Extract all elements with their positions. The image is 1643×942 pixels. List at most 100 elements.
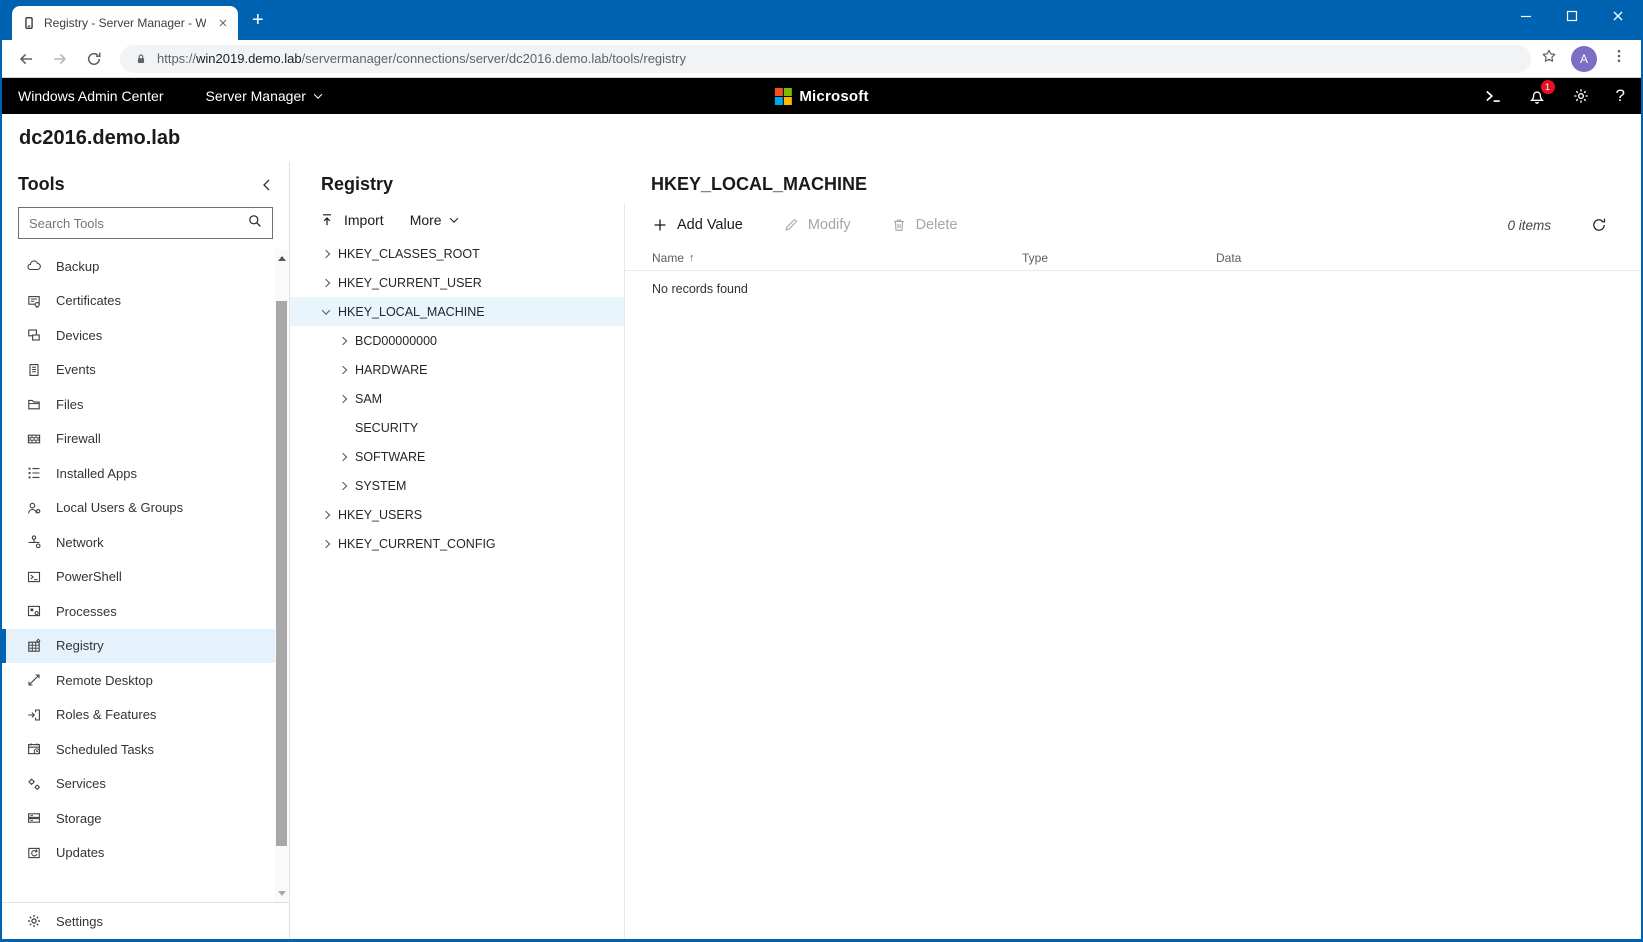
sidebar-item-certificates[interactable]: Certificates xyxy=(2,284,275,319)
search-input[interactable] xyxy=(29,215,247,231)
chevron-right-icon[interactable] xyxy=(321,278,331,287)
minimize-button[interactable] xyxy=(1503,0,1549,32)
tree-node-label: SAM xyxy=(355,391,383,406)
sidebar-item-updates[interactable]: Updates xyxy=(2,836,275,871)
devices-icon xyxy=(26,327,42,343)
lock-icon xyxy=(134,52,148,66)
powershell-icon xyxy=(26,569,42,585)
tree-node-hkey-users[interactable]: HKEY_USERS xyxy=(290,500,624,529)
scrollbar-thumb[interactable] xyxy=(276,301,287,846)
tree-node-label: HARDWARE xyxy=(355,362,428,377)
bookmark-star-icon[interactable] xyxy=(1541,48,1557,69)
chevron-right-icon[interactable] xyxy=(321,510,331,519)
column-header-name[interactable]: Name ↑ xyxy=(652,251,1022,265)
add-value-button[interactable]: Add Value xyxy=(652,217,743,233)
modify-button[interactable]: Modify xyxy=(783,217,851,233)
notifications-bell-icon[interactable]: 1 xyxy=(1528,80,1555,105)
settings-gear-icon[interactable] xyxy=(1572,87,1590,105)
tree-node-security[interactable]: SECURITY xyxy=(290,413,624,442)
sidebar-item-installed-apps[interactable]: Installed Apps xyxy=(2,456,275,491)
chevron-right-icon[interactable] xyxy=(321,249,331,258)
sort-ascending-icon: ↑ xyxy=(689,252,695,264)
search-icon[interactable] xyxy=(247,213,263,234)
column-label: Name xyxy=(652,251,685,265)
sidebar-item-label: Remote Desktop xyxy=(56,672,153,688)
notification-badge: 1 xyxy=(1540,80,1555,94)
address-bar[interactable]: https://win2019.demo.lab/servermanager/c… xyxy=(120,44,1531,73)
sidebar-item-scheduled-tasks[interactable]: Scheduled Tasks xyxy=(2,732,275,767)
tools-scrollbar[interactable] xyxy=(275,249,288,902)
sidebar-item-backup[interactable]: Backup xyxy=(2,249,275,284)
sidebar-item-services[interactable]: Services xyxy=(2,767,275,802)
column-header-type[interactable]: Type xyxy=(1022,251,1216,265)
scroll-up-arrow[interactable] xyxy=(275,251,288,265)
back-button[interactable] xyxy=(12,45,40,73)
import-button[interactable]: Import xyxy=(319,212,384,228)
chevron-right-icon[interactable] xyxy=(338,394,348,403)
maximize-button[interactable] xyxy=(1549,0,1595,32)
profile-avatar[interactable]: A xyxy=(1571,45,1597,72)
tree-node-hkey-classes-root[interactable]: HKEY_CLASSES_ROOT xyxy=(290,239,624,268)
users-icon xyxy=(26,500,42,516)
solution-dropdown[interactable]: Server Manager xyxy=(206,88,323,104)
product-name[interactable]: Windows Admin Center xyxy=(18,88,164,104)
chevron-right-icon[interactable] xyxy=(338,365,348,374)
pencil-icon xyxy=(783,217,799,233)
chevron-right-icon[interactable] xyxy=(321,539,331,548)
delete-button[interactable]: Delete xyxy=(891,217,957,233)
sidebar-item-label: PowerShell xyxy=(56,569,122,585)
tab-close-icon[interactable] xyxy=(214,14,232,32)
collapse-sidebar-icon[interactable] xyxy=(259,177,275,193)
reload-button[interactable] xyxy=(80,45,108,73)
sidebar-item-devices[interactable]: Devices xyxy=(2,318,275,353)
sidebar-item-remote-desktop[interactable]: Remote Desktop xyxy=(2,663,275,698)
refresh-icon[interactable] xyxy=(1591,217,1607,233)
url-scheme: https:// xyxy=(157,51,197,66)
column-header-data[interactable]: Data xyxy=(1216,251,1641,265)
tree-node-bcd00000000[interactable]: BCD00000000 xyxy=(290,326,624,355)
powershell-console-icon[interactable] xyxy=(1484,87,1502,105)
sidebar-item-registry[interactable]: Registry xyxy=(2,628,275,663)
tree-node-sam[interactable]: SAM xyxy=(290,384,624,413)
new-tab-button[interactable]: + xyxy=(252,10,264,30)
tree-node-label: HKEY_CURRENT_USER xyxy=(338,275,482,290)
close-window-button[interactable] xyxy=(1595,0,1641,32)
sidebar-item-processes[interactable]: Processes xyxy=(2,594,275,629)
more-label: More xyxy=(409,212,442,228)
browser-toolbar: https://win2019.demo.lab/servermanager/c… xyxy=(2,40,1641,78)
chevron-right-icon[interactable] xyxy=(338,452,348,461)
sidebar-item-settings[interactable]: Settings xyxy=(2,902,289,939)
sidebar-item-network[interactable]: Network xyxy=(2,525,275,560)
sidebar-item-firewall[interactable]: Firewall xyxy=(2,422,275,457)
sidebar-item-roles-features[interactable]: Roles & Features xyxy=(2,698,275,733)
help-icon[interactable]: ? xyxy=(1616,86,1625,106)
browser-menu-icon[interactable] xyxy=(1611,48,1627,69)
chevron-right-icon[interactable] xyxy=(338,481,348,490)
registry-tree: HKEY_CLASSES_ROOT HKEY_CURRENT_USER HKEY… xyxy=(290,239,624,558)
tree-node-hkey-local-machine[interactable]: HKEY_LOCAL_MACHINE xyxy=(290,297,624,326)
sidebar-item-label: Network xyxy=(56,534,104,550)
sidebar-item-events[interactable]: Events xyxy=(2,353,275,388)
chevron-down-icon[interactable] xyxy=(321,305,331,315)
tree-node-hkey-current-config[interactable]: HKEY_CURRENT_CONFIG xyxy=(290,529,624,558)
sidebar-item-storage[interactable]: Storage xyxy=(2,801,275,836)
sidebar-item-label: Backup xyxy=(56,258,100,274)
tree-node-hardware[interactable]: HARDWARE xyxy=(290,355,624,384)
tree-node-hkey-current-user[interactable]: HKEY_CURRENT_USER xyxy=(290,268,624,297)
tree-node-system[interactable]: SYSTEM xyxy=(290,471,624,500)
url-host: win2019.demo.lab xyxy=(196,51,302,66)
chevron-down-icon xyxy=(449,214,458,223)
more-button[interactable]: More xyxy=(409,212,458,228)
tree-node-software[interactable]: SOFTWARE xyxy=(290,442,624,471)
browser-tab[interactable]: Registry - Server Manager - Wind xyxy=(12,6,238,40)
sidebar-item-local-users-groups[interactable]: Local Users & Groups xyxy=(2,491,275,526)
backup-icon xyxy=(26,258,42,274)
sidebar-item-files[interactable]: Files xyxy=(2,387,275,422)
scroll-down-arrow[interactable] xyxy=(275,886,288,900)
empty-table-message: No records found xyxy=(652,282,748,296)
tree-node-label: HKEY_USERS xyxy=(338,507,423,522)
sidebar-item-powershell[interactable]: PowerShell xyxy=(2,560,275,595)
chevron-right-icon[interactable] xyxy=(338,336,348,345)
forward-button[interactable] xyxy=(46,45,74,73)
tree-node-label: SOFTWARE xyxy=(355,449,426,464)
